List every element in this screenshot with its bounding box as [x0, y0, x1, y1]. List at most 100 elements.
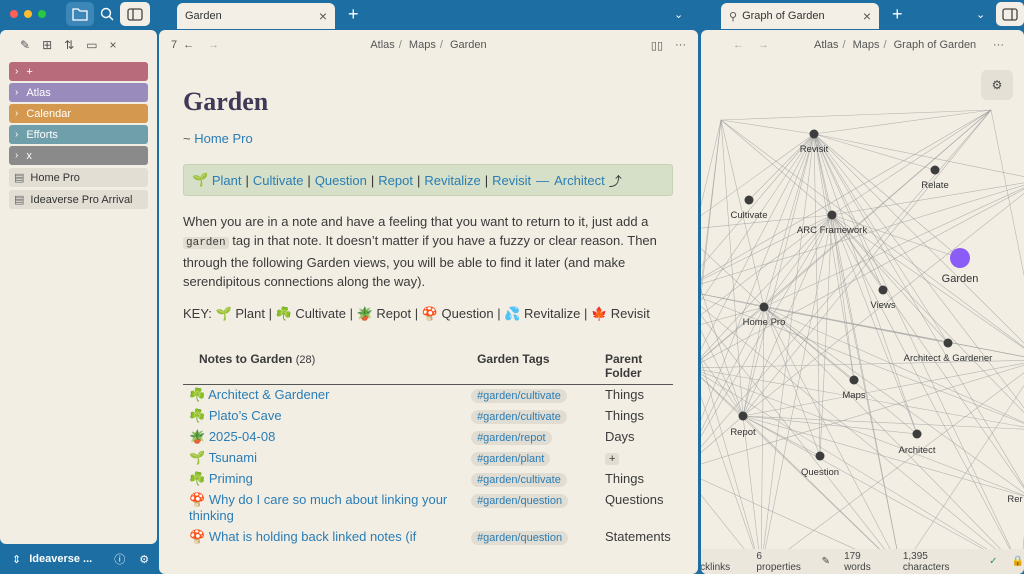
- tag-pill[interactable]: #garden/question: [471, 531, 569, 545]
- vault-switch-icon[interactable]: ⇕: [12, 553, 21, 566]
- help-icon[interactable]: ⓘ: [114, 551, 125, 567]
- cultivate-link[interactable]: Cultivate: [253, 173, 304, 188]
- architect-link[interactable]: Architect: [554, 173, 605, 188]
- header-notes: Notes to Garden (28): [183, 352, 461, 385]
- files-view-button[interactable]: [66, 2, 94, 26]
- breadcrumb-maps[interactable]: Maps: [409, 39, 436, 51]
- sidebar-folder-1[interactable]: › Atlas: [9, 83, 148, 102]
- note-link[interactable]: 2025-04-08: [209, 429, 276, 444]
- graph-edge: [813, 133, 1022, 571]
- new-folder-icon[interactable]: ⊞: [42, 38, 52, 52]
- graph-node-revisit[interactable]: [809, 129, 819, 139]
- tab-list-chevron-down-icon[interactable]: ⌄: [674, 8, 683, 21]
- graph-node-question[interactable]: [815, 451, 825, 461]
- tag-pill[interactable]: #garden/plant: [471, 452, 551, 466]
- breadcrumb-garden[interactable]: Garden: [450, 39, 487, 51]
- graph-node-maps[interactable]: [849, 375, 859, 385]
- cultivate-emoji-icon: ☘️: [275, 306, 292, 321]
- new-tab-button-right[interactable]: +: [892, 4, 903, 25]
- sidebar-file-1[interactable]: ▤ Ideaverse Pro Arrival: [9, 190, 148, 209]
- graph-node-label: Cultivate: [731, 210, 768, 221]
- minimize-window-button[interactable]: [24, 10, 32, 18]
- tag-pill[interactable]: #garden/repot: [471, 431, 552, 445]
- question-link[interactable]: Question: [315, 173, 367, 188]
- graph-node-archgard[interactable]: [943, 338, 953, 348]
- sidebar-folder-0[interactable]: › +: [9, 62, 148, 81]
- key-revitalize: Revitalize: [524, 306, 581, 321]
- tab-list-chevron-down-icon-right[interactable]: ⌄: [976, 8, 985, 21]
- tag-pill[interactable]: #garden/cultivate: [471, 473, 567, 487]
- note-header: 7 ← → Atlas / Maps / Garden ▯▯ ···: [159, 30, 698, 60]
- lock-icon[interactable]: 🔒: [1012, 556, 1024, 567]
- sidebar-folder-4[interactable]: › x: [9, 146, 148, 165]
- revitalize-link[interactable]: Revitalize: [424, 173, 480, 188]
- graph-node-homepro[interactable]: [759, 302, 769, 312]
- close-all-icon[interactable]: ×: [110, 38, 117, 52]
- search-icon: [100, 7, 114, 21]
- graph-pane: ← → Atlas / Maps / Graph of Garden ··· Rev…: [701, 30, 1024, 574]
- folder-label: Efforts: [26, 128, 58, 141]
- revisit-link[interactable]: Revisit: [492, 173, 531, 188]
- repot-link[interactable]: Repot: [378, 173, 413, 188]
- close-tab-icon[interactable]: ×: [319, 8, 327, 24]
- graph-node-views[interactable]: [878, 285, 888, 295]
- graph-node-garden[interactable]: [950, 248, 970, 268]
- plant-emoji-icon: 🌱: [215, 306, 232, 321]
- backlinks-count[interactable]: 19 backlinks: [701, 551, 742, 573]
- graph-edges: [701, 109, 1024, 571]
- graph-node-label: Rer: [1007, 494, 1022, 505]
- graph-edge: [813, 133, 1024, 409]
- note-link[interactable]: Architect & Gardener: [208, 387, 329, 402]
- tag-pill[interactable]: #garden/cultivate: [471, 389, 567, 403]
- close-window-button[interactable]: [10, 10, 18, 18]
- note-link[interactable]: Priming: [209, 471, 253, 486]
- tab-garden[interactable]: Garden ×: [177, 3, 335, 29]
- graph-edge: [760, 214, 833, 571]
- graph-settings-gear-icon[interactable]: ⚙: [981, 70, 1013, 100]
- reading-view-book-icon[interactable]: ▯▯: [651, 39, 663, 52]
- header-count: (28): [295, 354, 316, 366]
- graph-node-arc[interactable]: [827, 210, 837, 220]
- home-pro-link[interactable]: Home Pro: [194, 131, 253, 146]
- more-options-icon[interactable]: ···: [675, 39, 686, 51]
- sidebar-folder-2[interactable]: › Calendar: [9, 104, 148, 123]
- tag-pill[interactable]: #garden/question: [471, 494, 569, 508]
- sidebar-file-0[interactable]: ▤ Home Pro: [9, 168, 148, 187]
- graph-edge: [813, 133, 821, 457]
- note-link[interactable]: What is holding back linked notes (if: [209, 529, 416, 544]
- graph-node-label: Garden: [942, 273, 979, 285]
- edit-pencil-icon[interactable]: ✎: [822, 556, 830, 567]
- folder-icon: [72, 8, 88, 21]
- explorer-toolbar: ✎ ⊞ ⇅ ▭ ×: [0, 30, 157, 52]
- sync-check-icon[interactable]: ✓: [989, 556, 997, 567]
- row-emoji-icon: 🪴: [189, 429, 206, 444]
- graph-node-architect[interactable]: [912, 429, 922, 439]
- file-icon: ▤: [14, 172, 25, 184]
- note-link[interactable]: Why do I care so much about linking your…: [189, 492, 447, 523]
- note-link[interactable]: Plato’s Cave: [209, 408, 282, 423]
- sidebar-folder-3[interactable]: › Efforts: [9, 125, 148, 144]
- breadcrumb-atlas[interactable]: Atlas: [370, 39, 394, 51]
- plant-link[interactable]: Plant: [212, 173, 242, 188]
- sort-icon[interactable]: ⇅: [64, 38, 74, 52]
- graph-edge: [813, 133, 1024, 177]
- new-tab-button[interactable]: +: [348, 4, 359, 25]
- graph-node-cultivate[interactable]: [744, 195, 754, 205]
- graph-node-repot[interactable]: [738, 411, 748, 421]
- close-tab-icon[interactable]: ×: [863, 8, 871, 24]
- graph-canvas[interactable]: Revisit Relate Cultivate ARC Framework Garde…: [701, 30, 1024, 574]
- tab-graph-of-garden[interactable]: ⚲ Graph of Garden ×: [721, 3, 879, 29]
- tag-pill[interactable]: #garden/cultivate: [471, 410, 567, 424]
- graph-edge: [742, 415, 1022, 571]
- graph-edge: [763, 306, 918, 435]
- toggle-right-sidebar-button[interactable]: [996, 2, 1024, 26]
- settings-gear-icon[interactable]: ⚙: [139, 553, 149, 566]
- toggle-left-sidebar-button[interactable]: [120, 2, 150, 26]
- note-link[interactable]: Tsunami: [209, 450, 257, 465]
- search-button[interactable]: [96, 2, 118, 26]
- graph-node-relate[interactable]: [930, 165, 940, 175]
- collapse-icon[interactable]: ▭: [86, 38, 97, 52]
- vault-name[interactable]: Ideaverse ...: [29, 553, 92, 565]
- new-note-icon[interactable]: ✎: [20, 38, 30, 52]
- zoom-window-button[interactable]: [38, 10, 46, 18]
